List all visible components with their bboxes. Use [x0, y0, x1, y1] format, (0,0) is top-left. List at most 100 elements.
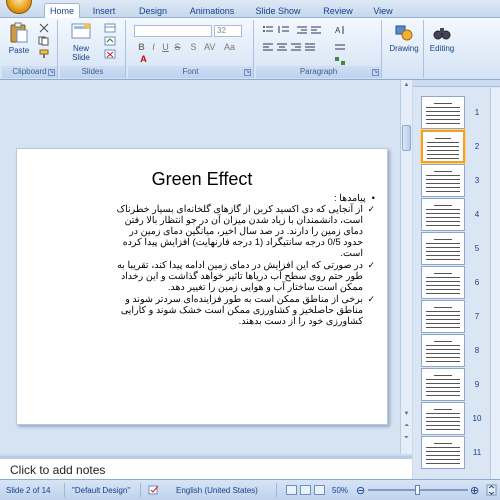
slide-thumbnail[interactable] [421, 334, 465, 367]
tab-view[interactable]: View [368, 4, 398, 18]
underline-icon[interactable]: U [160, 42, 171, 53]
font-size-combo[interactable]: 32 [214, 25, 242, 37]
slide-sorter-view-icon[interactable] [300, 485, 311, 495]
slide-show-view-icon[interactable] [314, 485, 325, 495]
slide-thumbnail[interactable] [421, 402, 465, 435]
numbering-icon[interactable] [278, 25, 290, 35]
bullet-heading: پیامدها : [29, 193, 375, 204]
slide-number: 9 [474, 380, 480, 389]
previous-slide-icon[interactable]: ⏶ [402, 422, 411, 431]
zoom-level[interactable]: 50% [332, 486, 348, 495]
thumbnail-text-line [426, 217, 460, 218]
paragraph-line: مناطق حاصلخیز و کشاورزی ممکن است خشک شون… [120, 305, 363, 316]
slide-number: 2 [474, 142, 480, 151]
font-dialog-launcher[interactable]: ↘ [244, 69, 251, 76]
italic-icon[interactable]: I [148, 42, 159, 53]
slide-thumbnail[interactable] [421, 300, 465, 333]
language[interactable]: English (United States) [176, 486, 258, 495]
thumbnail-text-line [426, 115, 460, 116]
office-button[interactable] [6, 0, 32, 14]
tab-design[interactable]: Design [132, 4, 174, 18]
scroll-thumb[interactable] [402, 125, 411, 151]
align-right-icon[interactable] [290, 42, 302, 52]
thumbnail-text-line [426, 391, 460, 392]
drawing-button[interactable]: Drawing [386, 24, 422, 53]
slide-thumbnail[interactable] [421, 368, 465, 401]
slide-thumbnail[interactable] [421, 266, 465, 299]
tab-review[interactable]: Review [318, 4, 358, 18]
strikethrough-icon[interactable]: S [172, 42, 183, 53]
tab-animations[interactable]: Animations [184, 4, 240, 18]
text-direction-icon[interactable]: A [334, 25, 346, 35]
slide-thumbnail[interactable] [421, 164, 465, 197]
cut-icon[interactable] [38, 23, 50, 33]
justify-icon[interactable] [304, 42, 316, 52]
thumbnail-text-line [426, 387, 460, 388]
thumbnail-text-line [434, 103, 452, 104]
delete-slide-icon[interactable] [104, 49, 116, 59]
align-text-icon[interactable] [334, 42, 346, 52]
slide-vertical-scrollbar[interactable]: ▲ ▼ ⏶ ⏷ [400, 80, 412, 454]
slide-thumbnail[interactable] [421, 436, 465, 469]
layout-icon[interactable] [104, 23, 116, 33]
thumbnail-text-line [426, 357, 460, 358]
notes-pane[interactable]: Click to add notes [0, 456, 412, 479]
increase-indent-icon[interactable] [310, 25, 322, 35]
drawing-label: Drawing [389, 44, 419, 53]
thumbnail-text-line [426, 395, 460, 396]
clipboard-dialog-launcher[interactable]: ↘ [48, 69, 55, 76]
fit-to-window-icon[interactable] [486, 484, 497, 496]
slide-canvas[interactable]: Green Effect پیامدها : از آنجایی که دی ا… [16, 148, 388, 425]
change-case-icon[interactable]: Aa [224, 42, 235, 53]
align-left-icon[interactable] [262, 42, 274, 52]
reset-icon[interactable] [104, 36, 116, 46]
tab-slide-show[interactable]: Slide Show [252, 4, 304, 18]
align-center-icon[interactable] [276, 42, 288, 52]
thumbnail-text-line [426, 429, 460, 430]
thumbnail-text-line [427, 158, 459, 159]
scroll-up-icon[interactable]: ▲ [402, 81, 411, 90]
shadow-icon[interactable]: S [188, 42, 199, 53]
zoom-in-icon[interactable]: ⊕ [470, 484, 479, 497]
paste-button[interactable]: Paste [6, 22, 32, 55]
format-painter-icon[interactable] [38, 49, 50, 59]
font-name-combo[interactable] [134, 25, 212, 37]
next-slide-icon[interactable]: ⏷ [402, 434, 411, 443]
slide-title[interactable]: Green Effect [17, 169, 387, 190]
decrease-indent-icon[interactable] [296, 25, 308, 35]
zoom-slider-knob[interactable] [415, 485, 420, 495]
smartart-icon[interactable] [334, 56, 346, 66]
bullets-icon[interactable] [262, 25, 274, 35]
thumbnail-text-line [426, 183, 460, 184]
slide-thumbnail[interactable] [421, 232, 465, 265]
paragraph-dialog-launcher[interactable]: ↘ [372, 69, 379, 76]
font-color-icon[interactable]: A [138, 54, 149, 65]
thumbnail-text-line [426, 425, 460, 426]
slide-thumbnail[interactable] [421, 96, 465, 129]
bold-icon[interactable]: B [136, 42, 147, 53]
slide-number: 1 [474, 108, 480, 117]
slide-thumbnail[interactable] [421, 198, 465, 231]
thumbnail-text-line [426, 459, 460, 460]
thumbnail-scrollbar[interactable] [490, 88, 500, 479]
slide-body-text[interactable]: پیامدها : از آنجایی که دی اکسید کربن از … [29, 193, 375, 328]
thumbnail-text-line [434, 341, 452, 342]
thumbnail-text-line [426, 463, 460, 464]
editing-group: Editing [424, 20, 460, 78]
thumbnail-text-line [426, 247, 460, 248]
normal-view-icon[interactable] [286, 485, 297, 495]
char-spacing-icon[interactable]: AV [204, 42, 215, 53]
new-slide-button[interactable]: New Slide [66, 22, 96, 62]
copy-icon[interactable] [38, 36, 50, 46]
tab-insert[interactable]: Insert [86, 4, 122, 18]
slide-thumbnail[interactable] [421, 130, 465, 163]
thumbnail-pane-tabs[interactable] [413, 80, 500, 87]
spelling-check-icon[interactable] [148, 485, 160, 495]
tab-home[interactable]: Home [44, 3, 80, 19]
thumbnail-text-line [426, 353, 460, 354]
thumbnail-text-line [427, 150, 459, 151]
editing-button[interactable]: Editing [424, 24, 460, 53]
zoom-out-icon[interactable]: ⊖ [356, 484, 365, 497]
thumbnail-text-line [426, 179, 460, 180]
scroll-down-icon[interactable]: ▼ [402, 410, 411, 419]
